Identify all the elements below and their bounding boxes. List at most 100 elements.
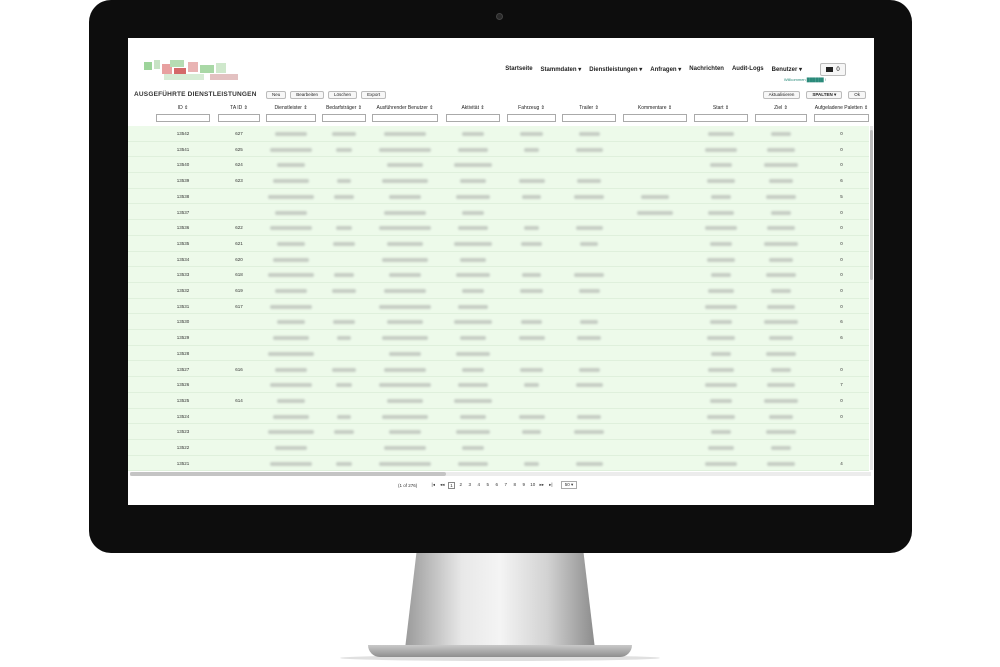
- refresh-button[interactable]: Aktualisieren: [762, 91, 801, 99]
- column-header[interactable]: Bedarfsträger ⇕: [322, 104, 366, 122]
- messages-button[interactable]: 0: [820, 63, 846, 76]
- column-filter-input[interactable]: [266, 114, 316, 122]
- horizontal-scrollbar[interactable]: [130, 472, 871, 476]
- redacted-cell-value: [335, 147, 353, 152]
- table-row[interactable]: 13542 627 0: [128, 126, 869, 142]
- table-row[interactable]: 13535 621 0: [128, 235, 869, 252]
- table-row[interactable]: 13530 6: [128, 314, 869, 331]
- vertical-scrollbar[interactable]: [870, 126, 873, 470]
- export-button[interactable]: Export: [361, 91, 387, 99]
- page-link[interactable]: 1: [448, 481, 455, 489]
- first-page-button[interactable]: |◂: [430, 482, 436, 488]
- nav-anfragen[interactable]: Anfragen ▾: [650, 66, 681, 73]
- page-link[interactable]: 5: [485, 482, 491, 489]
- column-filter-input[interactable]: [218, 114, 260, 122]
- redacted-cell-value: [268, 351, 314, 356]
- prev-page-button[interactable]: ◂◂: [439, 482, 445, 488]
- table-row[interactable]: 13541 625 0: [128, 141, 869, 158]
- page-size-select[interactable]: 50 ▾: [560, 481, 578, 489]
- redacted-cell-value: [457, 226, 489, 231]
- redacted-cell-value: [706, 179, 736, 184]
- table-row[interactable]: 13532 619 0: [128, 283, 869, 299]
- column-header[interactable]: Trailer ⇕: [562, 104, 616, 122]
- column-header[interactable]: Ausführender Benutzer ⇕: [372, 104, 438, 122]
- page-link[interactable]: 9: [521, 482, 527, 489]
- table-row[interactable]: 13536 622 0: [128, 220, 869, 236]
- page-info: (1 of 276): [398, 482, 418, 488]
- column-header[interactable]: Ziel ⇕: [755, 104, 807, 122]
- table-row[interactable]: 13528: [128, 345, 869, 362]
- table-row[interactable]: 13537 0: [128, 204, 869, 221]
- nav-dienstleistungen[interactable]: Dienstleistungen ▾: [589, 66, 642, 73]
- table-row[interactable]: 13538 5: [128, 188, 869, 205]
- new-button[interactable]: Neu: [266, 91, 287, 99]
- page-link[interactable]: 6: [494, 482, 500, 489]
- next-page-button[interactable]: ▸▸: [539, 482, 545, 488]
- nav-startseite[interactable]: Startseite: [505, 66, 532, 73]
- nav-stammdaten[interactable]: Stammdaten ▾: [541, 66, 582, 73]
- column-header-label: Start ⇕: [712, 105, 730, 111]
- redacted-cell-value: [332, 132, 356, 136]
- column-filter-input[interactable]: [322, 114, 366, 122]
- last-page-button[interactable]: ▸|: [548, 482, 554, 488]
- column-header[interactable]: Start ⇕: [694, 104, 748, 122]
- page-link[interactable]: 7: [503, 482, 509, 489]
- ok-button[interactable]: Ok: [848, 91, 866, 99]
- redacted-cell-value: [277, 163, 305, 168]
- redacted-cell-value: [384, 367, 426, 372]
- table-row[interactable]: 13521 4: [128, 455, 869, 472]
- column-header[interactable]: Aufgeladene Paletten ⇕: [814, 104, 869, 122]
- column-header[interactable]: Aktivität ⇕: [446, 104, 500, 122]
- table-row[interactable]: 13534 620 0: [128, 251, 869, 268]
- column-header[interactable]: Kommentare ⇕: [623, 104, 687, 122]
- redacted-cell-value: [277, 241, 305, 246]
- table-row[interactable]: 13524 0: [128, 408, 869, 425]
- column-filter-input[interactable]: [507, 114, 556, 122]
- table-cell: 0: [840, 131, 843, 136]
- redacted-cell-value: [379, 461, 431, 466]
- column-header[interactable]: Fahrzeug ⇕: [507, 104, 556, 122]
- nav-audit-logs[interactable]: Audit-Logs: [732, 66, 764, 73]
- camera-icon: [496, 13, 503, 20]
- right-toolbar: Aktualisieren SPALTEN ▾ Ok: [762, 91, 866, 99]
- columns-dropdown[interactable]: SPALTEN ▾: [806, 91, 843, 99]
- delete-button[interactable]: Löschen: [328, 91, 358, 99]
- page-link[interactable]: 4: [476, 482, 482, 489]
- column-filter-input[interactable]: [562, 114, 616, 122]
- column-filter-input[interactable]: [446, 114, 500, 122]
- table-row[interactable]: 13525 614 0: [128, 392, 869, 409]
- edit-button[interactable]: Bearbeiten: [290, 91, 325, 99]
- table-row[interactable]: 13527 616 0: [128, 361, 869, 378]
- page-link[interactable]: 3: [467, 482, 473, 489]
- column-header[interactable]: TA ID ⇕: [218, 104, 260, 122]
- column-header[interactable]: ID ⇕: [156, 104, 210, 122]
- column-filter-input[interactable]: [623, 114, 687, 122]
- table-row[interactable]: 13531 617 0: [128, 298, 869, 315]
- redacted-cell-value: [521, 241, 542, 246]
- table-row[interactable]: 13526 7: [128, 377, 869, 393]
- column-filter-input[interactable]: [814, 114, 869, 122]
- table-row[interactable]: 13529 6: [128, 330, 869, 346]
- page-link[interactable]: 8: [512, 482, 518, 489]
- redacted-cell-value: [711, 430, 731, 435]
- nav-benutzer[interactable]: Benutzer ▾: [772, 66, 802, 73]
- column-header[interactable]: Dienstleister ⇕: [266, 104, 316, 122]
- horizontal-scroll-thumb[interactable]: [130, 472, 446, 476]
- table-row[interactable]: 13523: [128, 424, 869, 440]
- table-row[interactable]: 13522: [128, 440, 869, 456]
- redacted-cell-value: [521, 320, 542, 325]
- column-filter-input[interactable]: [372, 114, 438, 122]
- table-row[interactable]: 13533 618 0: [128, 267, 869, 283]
- column-filter-input[interactable]: [694, 114, 748, 122]
- redacted-cell-value: [381, 257, 429, 262]
- page-link[interactable]: 10: [530, 482, 536, 489]
- page-link[interactable]: 2: [458, 482, 464, 489]
- redacted-cell-value: [706, 257, 736, 262]
- table-row[interactable]: 13539 623 6: [128, 173, 869, 189]
- redacted-cell-value: [705, 226, 737, 231]
- table-row[interactable]: 13540 624 0: [128, 157, 869, 174]
- column-filter-input[interactable]: [156, 114, 210, 122]
- nav-nachrichten[interactable]: Nachrichten: [689, 66, 724, 73]
- vertical-scroll-thumb[interactable]: [870, 130, 873, 280]
- column-filter-input[interactable]: [755, 114, 807, 122]
